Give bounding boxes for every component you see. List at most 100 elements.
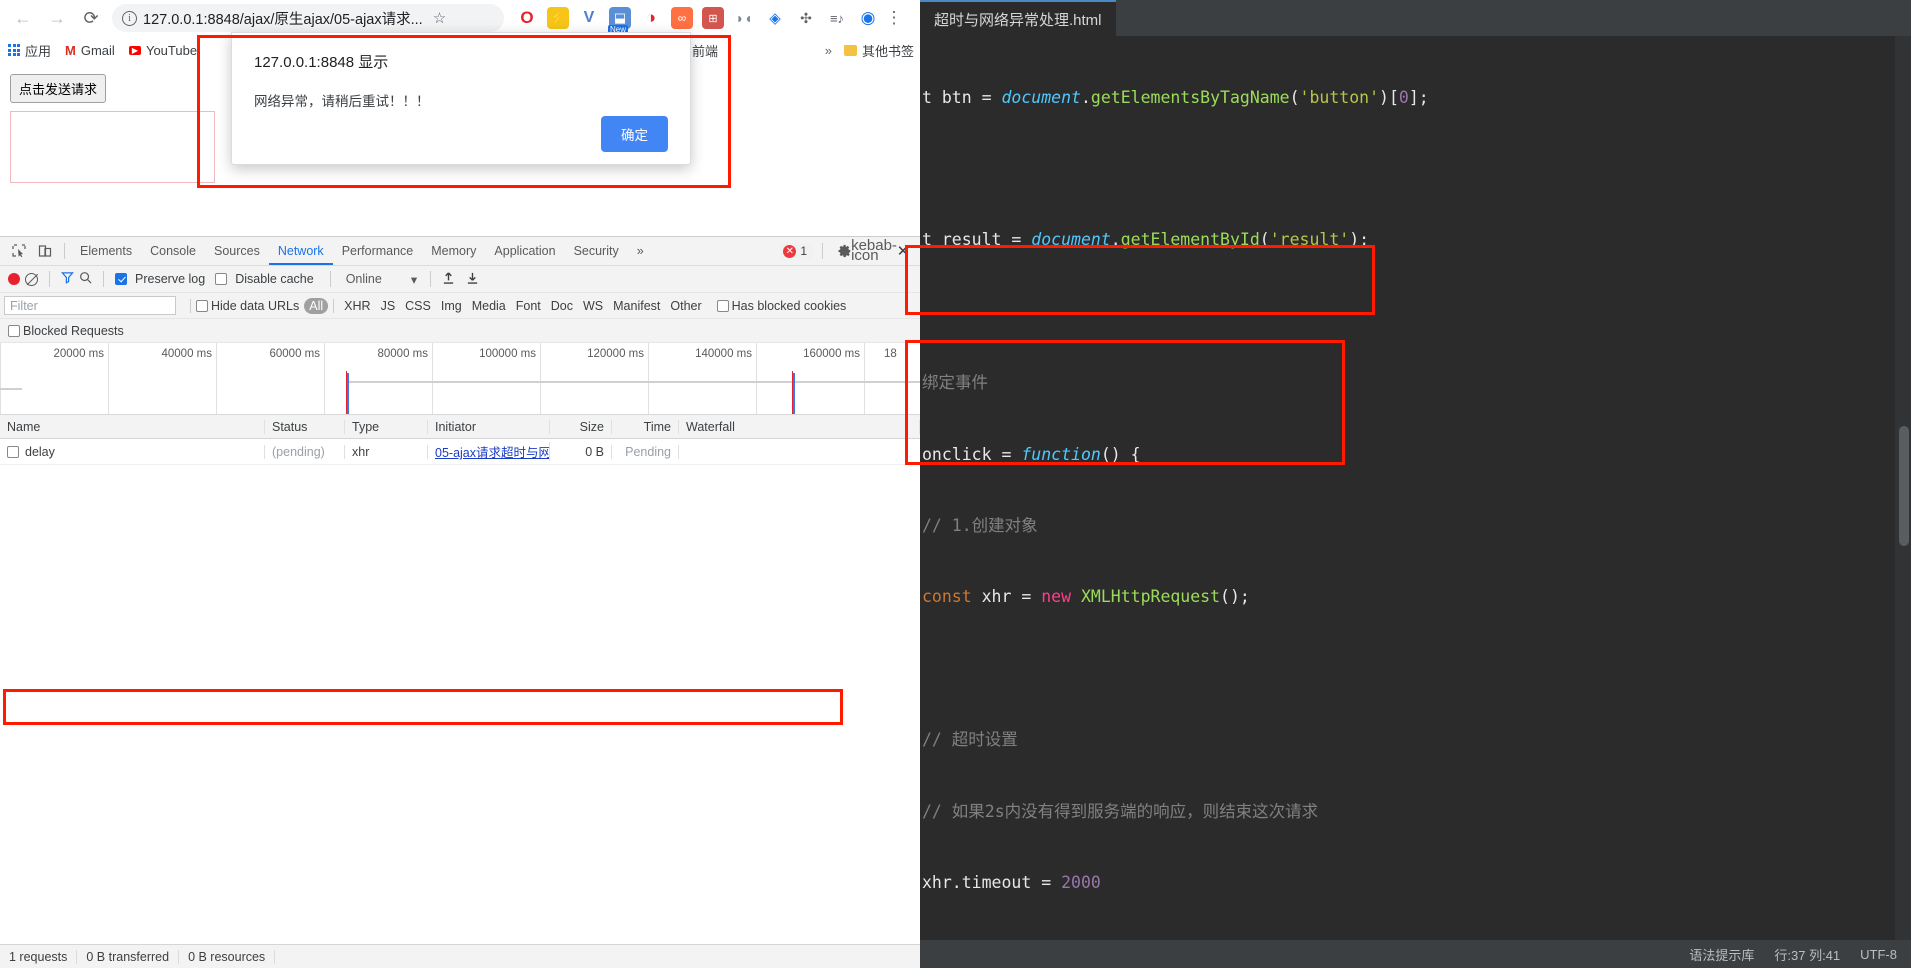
- screenshot-icon[interactable]: ⬓ New: [608, 7, 631, 35]
- has-blocked-cookies-checkbox[interactable]: [716, 299, 729, 312]
- editor-tab-file[interactable]: 超时与网络异常处理.html: [920, 0, 1116, 36]
- throttle-select[interactable]: Online: [346, 272, 382, 286]
- tab-elements[interactable]: Elements: [71, 237, 141, 265]
- column-header-waterfall[interactable]: Waterfall: [679, 419, 920, 434]
- tab-memory[interactable]: Memory: [422, 237, 485, 265]
- grid-icon: [8, 44, 20, 56]
- request-time: Pending: [612, 444, 679, 459]
- column-header-initiator[interactable]: Initiator: [428, 419, 550, 434]
- adblock-icon[interactable]: ◑: [640, 7, 662, 29]
- blocked-requests-checkbox[interactable]: [8, 324, 20, 337]
- code-editor: 超时与网络异常处理.html t btn = document.getEleme…: [920, 0, 1911, 968]
- info-icon[interactable]: i: [122, 10, 137, 26]
- bookmark-frontend[interactable]: 前端: [692, 41, 718, 60]
- app-icon[interactable]: ⊞: [702, 7, 724, 29]
- request-type: xhr: [345, 444, 428, 459]
- alert-message: 网络异常，请稍后重试！！！: [254, 94, 430, 109]
- syntax-lib-label[interactable]: 语法提示库: [1689, 945, 1754, 964]
- clear-icon[interactable]: [25, 272, 38, 286]
- filter-type-doc[interactable]: Doc: [546, 298, 578, 314]
- preserve-log-checkbox[interactable]: [115, 273, 127, 285]
- device-toolbar-icon[interactable]: [32, 239, 58, 263]
- dropbox-icon[interactable]: ◈: [764, 7, 786, 29]
- filter-type-all[interactable]: All: [304, 297, 329, 314]
- star-icon[interactable]: ☆: [433, 9, 446, 27]
- opera-icon[interactable]: O: [516, 7, 538, 29]
- overview-tick-label: 18: [884, 348, 897, 360]
- table-row[interactable]: delay (pending) xhr 05-ajax请求超时与网... 0 B…: [0, 439, 920, 465]
- error-count-badge[interactable]: ✕ 1: [780, 243, 813, 259]
- inspect-element-icon[interactable]: [6, 239, 32, 263]
- other-bookmarks[interactable]: 其他书签: [843, 41, 914, 60]
- puzzle-icon[interactable]: ✣: [795, 7, 817, 29]
- tab-console[interactable]: Console: [141, 237, 205, 265]
- tab-network[interactable]: Network: [268, 237, 333, 265]
- bookmark-apps[interactable]: 应用: [8, 41, 51, 60]
- search-icon[interactable]: [79, 271, 92, 287]
- column-header-name[interactable]: Name: [0, 419, 265, 434]
- filter-type-ws[interactable]: WS: [578, 298, 608, 314]
- alert-ok-button[interactable]: 确定: [601, 116, 668, 152]
- disable-cache-checkbox[interactable]: [215, 273, 228, 285]
- close-icon[interactable]: ✕: [890, 239, 916, 263]
- forward-button[interactable]: →: [40, 3, 74, 33]
- kebab-icon[interactable]: kebab-icon: [851, 238, 897, 263]
- reload-button[interactable]: ⟳: [74, 3, 108, 33]
- toolbar-divider: [64, 243, 65, 259]
- record-icon[interactable]: [8, 273, 20, 285]
- filter-type-xhr[interactable]: XHR: [339, 298, 375, 314]
- send-request-button[interactable]: 点击发送请求: [10, 74, 107, 103]
- network-overview[interactable]: 20000 ms 40000 ms 60000 ms 80000 ms 1000…: [0, 343, 920, 415]
- youtube-icon: ▶: [128, 45, 141, 55]
- overview-tick-label: 120000 ms: [587, 348, 644, 360]
- column-header-time[interactable]: Time: [612, 419, 679, 434]
- initiator-link[interactable]: 05-ajax请求超时与网...: [435, 446, 549, 460]
- upload-icon[interactable]: [442, 271, 455, 288]
- bookmark-gmail[interactable]: M Gmail: [65, 43, 115, 58]
- filter-type-font[interactable]: Font: [511, 298, 546, 314]
- code-content[interactable]: t btn = document.getElementsByTagName('b…: [920, 36, 1895, 940]
- tab-application[interactable]: Application: [485, 237, 564, 265]
- filter-input[interactable]: Filter: [4, 296, 176, 315]
- bookmarks-overflow[interactable]: »: [825, 43, 832, 58]
- profile-icon[interactable]: ◉: [857, 7, 879, 29]
- cursor-position[interactable]: 行:37 列:41: [1774, 945, 1840, 964]
- lightning-icon[interactable]: ⚡: [547, 7, 569, 29]
- filter-type-media[interactable]: Media: [467, 298, 511, 314]
- request-name-cell[interactable]: delay: [0, 444, 265, 459]
- browser-menu-icon[interactable]: ⋮: [885, 9, 903, 26]
- filter-type-img[interactable]: Img: [436, 298, 467, 314]
- funnel-icon[interactable]: [61, 271, 74, 287]
- request-initiator[interactable]: 05-ajax请求超时与网...: [428, 442, 550, 461]
- filter-type-manifest[interactable]: Manifest: [608, 298, 665, 314]
- filter-type-js[interactable]: JS: [376, 298, 401, 314]
- editor-scrollbar[interactable]: [1895, 36, 1911, 940]
- download-icon[interactable]: [466, 271, 479, 288]
- chevron-down-icon[interactable]: ▾: [411, 272, 417, 287]
- filter-type-other[interactable]: Other: [665, 298, 706, 314]
- request-checkbox[interactable]: [7, 445, 19, 458]
- editor-scrollbar-thumb[interactable]: [1899, 426, 1909, 546]
- tab-performance[interactable]: Performance: [333, 237, 423, 265]
- overview-baseline: [346, 381, 920, 383]
- tabs-overflow-icon[interactable]: »: [628, 237, 653, 265]
- encoding-label[interactable]: UTF-8: [1860, 947, 1897, 962]
- has-blocked-cookies-label: Has blocked cookies: [731, 298, 847, 313]
- address-bar[interactable]: i 127.0.0.1:8848/ajax/原生ajax/05-ajax请求..…: [112, 4, 504, 32]
- screen: ← → ⟳ i 127.0.0.1:8848/ajax/原生ajax/05-aj…: [0, 0, 1911, 968]
- bookmark-youtube[interactable]: ▶ YouTube: [128, 43, 197, 58]
- tab-sources[interactable]: Sources: [205, 237, 269, 265]
- back-button[interactable]: ←: [6, 3, 40, 33]
- vimium-icon[interactable]: V: [578, 7, 600, 29]
- hide-data-urls-checkbox[interactable]: [196, 299, 208, 312]
- filter-type-css[interactable]: CSS: [400, 298, 436, 314]
- tab-security[interactable]: Security: [565, 237, 628, 265]
- infinity-icon[interactable]: ∞: [671, 7, 693, 29]
- column-header-status[interactable]: Status: [265, 419, 345, 434]
- playlist-icon[interactable]: ≡♪: [826, 7, 848, 29]
- column-header-type[interactable]: Type: [345, 419, 428, 434]
- overview-tick-label: 100000 ms: [479, 348, 536, 360]
- glasses-icon[interactable]: ◗◖: [733, 7, 755, 29]
- overview-tick-label: 40000 ms: [161, 348, 212, 360]
- column-header-size[interactable]: Size: [550, 419, 612, 434]
